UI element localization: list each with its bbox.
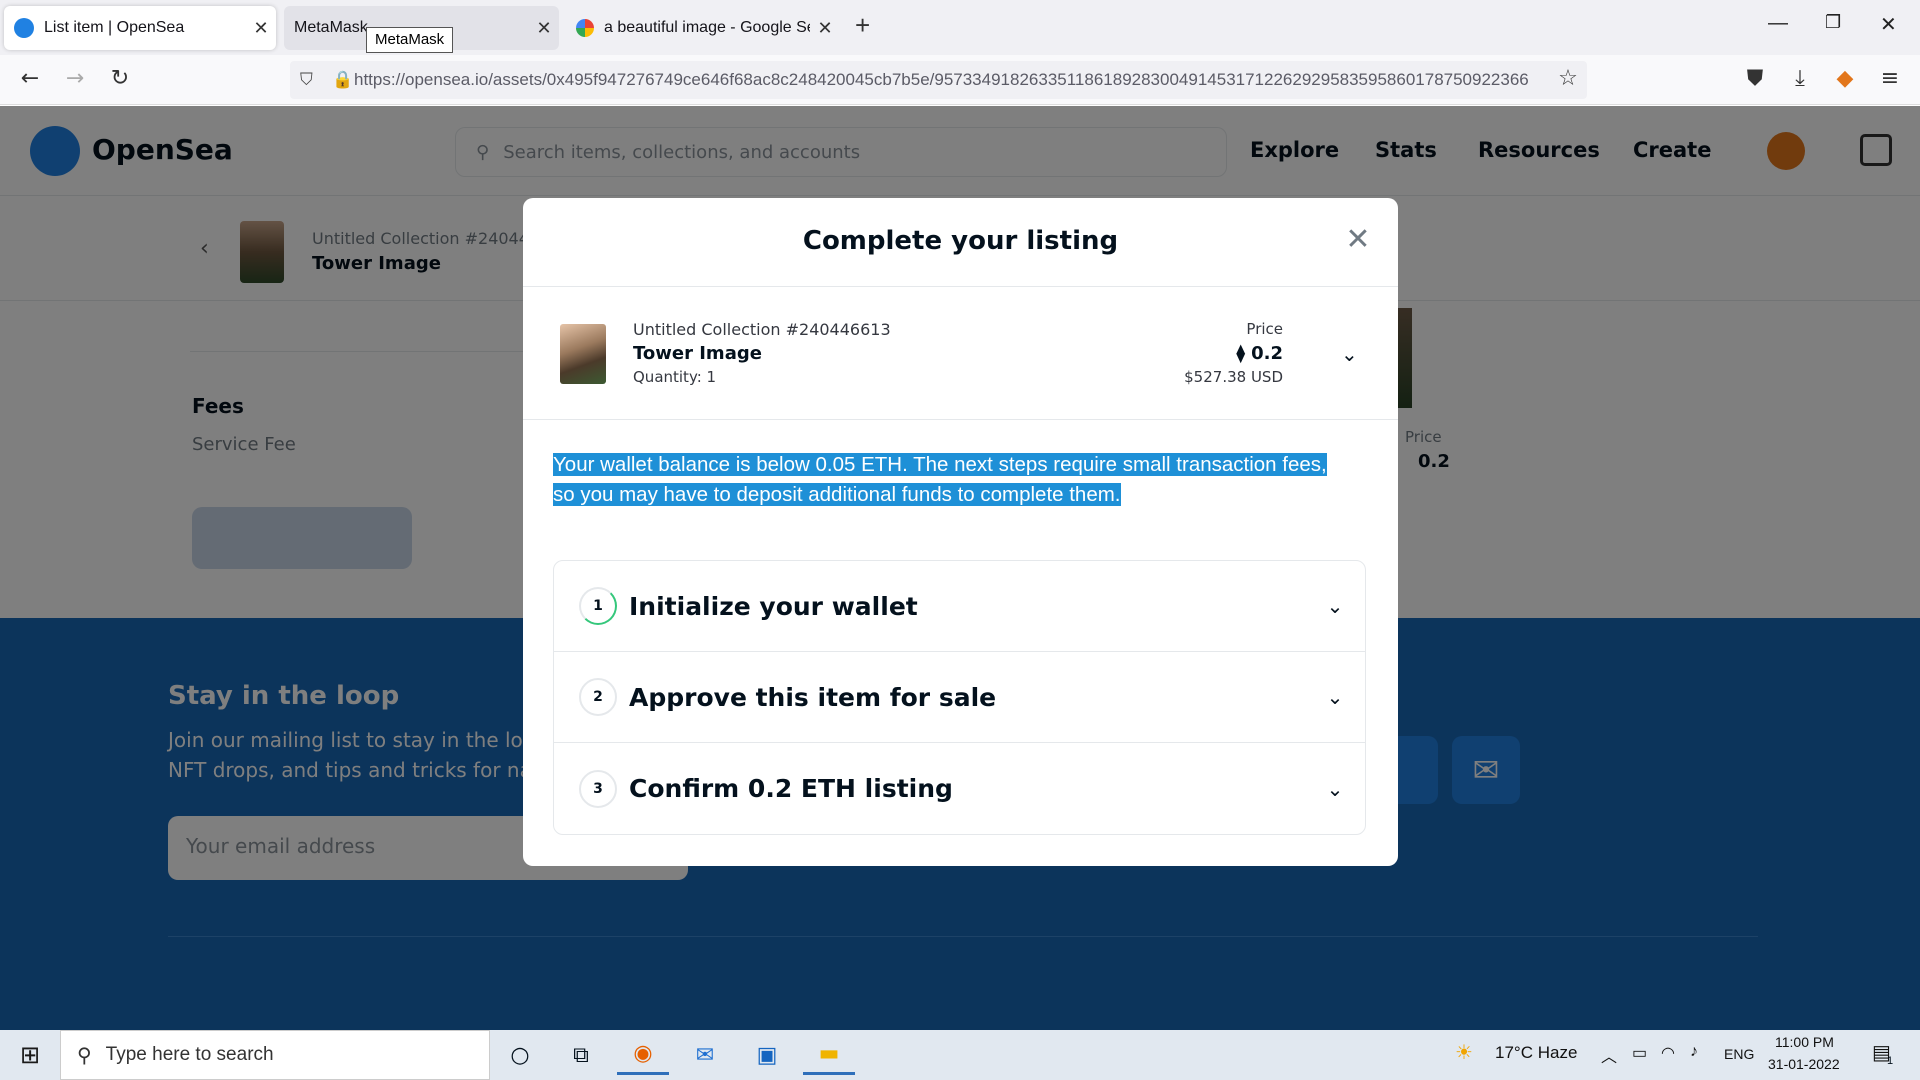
- price-amount: 0.2: [1251, 343, 1283, 364]
- weather-text[interactable]: 17°C Haze: [1495, 1043, 1577, 1063]
- price-usd: $527.38 USD: [1184, 368, 1283, 386]
- complete-listing-modal: Complete your listing ✕ Untitled Collect…: [523, 198, 1398, 866]
- menu-icon[interactable]: ≡: [1875, 66, 1905, 91]
- clock-date[interactable]: 31-01-2022: [1768, 1056, 1840, 1072]
- chevron-down-icon[interactable]: ⌄: [1305, 777, 1365, 801]
- taskbar-search-input[interactable]: ⚲ Type here to search: [60, 1030, 490, 1080]
- battery-icon[interactable]: ▭: [1632, 1043, 1647, 1063]
- step-title: Approve this item for sale: [629, 682, 997, 712]
- price-label: Price: [1246, 320, 1283, 338]
- tab-opensea[interactable]: List item | OpenSea ✕: [4, 6, 276, 50]
- tab-title: List item | OpenSea: [44, 19, 185, 36]
- close-tab-icon[interactable]: ✕: [810, 18, 840, 39]
- lock-icon: 🔒: [332, 70, 354, 89]
- pocket-icon[interactable]: ⛊: [1740, 66, 1770, 91]
- task-view-icon[interactable]: ⧉: [555, 1035, 607, 1075]
- downloads-icon[interactable]: ⤓: [1785, 66, 1815, 91]
- step-title: Confirm 0.2 ETH listing: [629, 774, 953, 803]
- opensea-favicon-icon: [14, 18, 34, 38]
- step-confirm-listing[interactable]: 3 Confirm 0.2 ETH listing ⌄: [554, 743, 1365, 834]
- tab-google[interactable]: a beautiful image - Google Sea ✕: [566, 6, 840, 50]
- tab-tooltip: MetaMask: [366, 27, 454, 53]
- step-title: Initialize your wallet: [629, 591, 918, 621]
- step-number: 3: [579, 769, 617, 808]
- shield-icon: ⛉: [300, 70, 313, 89]
- firefox-icon[interactable]: ◉: [617, 1035, 669, 1075]
- chevron-down-icon[interactable]: ⌄: [1305, 685, 1365, 709]
- taskbar-search-placeholder: Type here to search: [105, 1044, 274, 1065]
- language-indicator[interactable]: ENG: [1724, 1046, 1754, 1062]
- mail-icon[interactable]: ✉: [679, 1035, 731, 1075]
- close-tab-icon[interactable]: ✕: [246, 18, 276, 39]
- eth-icon: ⧫: [1236, 343, 1246, 364]
- forward-icon[interactable]: →: [60, 66, 90, 91]
- item-quantity: Quantity: 1: [633, 368, 717, 386]
- bookmark-star-icon[interactable]: ☆: [1553, 66, 1583, 91]
- volume-icon[interactable]: ♪: [1690, 1043, 1698, 1061]
- item-image: [560, 324, 606, 384]
- step-initialize-wallet[interactable]: 1 Initialize your wallet ⌄: [554, 561, 1365, 652]
- divider: [523, 419, 1398, 420]
- new-tab-icon[interactable]: +: [855, 10, 870, 41]
- wallet-warning: Your wallet balance is below 0.05 ETH. T…: [553, 450, 1353, 510]
- file-explorer-icon[interactable]: ▬: [803, 1035, 855, 1075]
- minimize-icon[interactable]: —: [1768, 12, 1788, 35]
- item-name: Tower Image: [633, 343, 762, 364]
- close-icon[interactable]: ✕: [1338, 222, 1378, 257]
- weather-icon[interactable]: ☀: [1455, 1040, 1473, 1065]
- google-favicon-icon: [576, 19, 594, 37]
- url-bar[interactable]: ⛉ 🔒 https://opensea.io/assets/0x495f9472…: [290, 61, 1587, 99]
- back-icon[interactable]: ←: [15, 66, 45, 91]
- search-icon: ⚲: [77, 1044, 92, 1067]
- step-approve-item[interactable]: 2 Approve this item for sale ⌄: [554, 652, 1365, 743]
- close-tab-icon[interactable]: ✕: [529, 18, 559, 39]
- warning-text: Your wallet balance is below 0.05 ETH. T…: [553, 453, 1327, 506]
- metamask-extension-icon[interactable]: ◆: [1830, 66, 1860, 91]
- reload-icon[interactable]: ↻: [105, 66, 135, 91]
- clock-time[interactable]: 11:00 PM: [1775, 1034, 1834, 1050]
- modal-title: Complete your listing: [802, 226, 1119, 256]
- step-number: 1: [579, 587, 617, 625]
- item-collection: Untitled Collection #240446613: [633, 320, 891, 339]
- listing-steps: 1 Initialize your wallet ⌄ 2 Approve thi…: [553, 560, 1366, 835]
- divider: [523, 286, 1398, 287]
- tab-title: a beautiful image - Google Sea: [604, 19, 810, 36]
- app-icon[interactable]: ▣: [741, 1035, 793, 1075]
- price-value: ⧫ 0.2: [1083, 343, 1283, 364]
- close-window-icon[interactable]: ✕: [1880, 12, 1897, 37]
- restore-icon[interactable]: ❐: [1825, 12, 1841, 33]
- notifications-count: 1: [1887, 1055, 1894, 1067]
- tray-chevron-up-icon[interactable]: ︿: [1601, 1043, 1617, 1067]
- wifi-icon[interactable]: ◠: [1661, 1043, 1675, 1063]
- windows-start-icon[interactable]: ⊞: [0, 1030, 60, 1080]
- chevron-down-icon[interactable]: ⌄: [1305, 594, 1365, 618]
- url-text: https://opensea.io/assets/0x495f94727674…: [354, 70, 1529, 89]
- step-number: 2: [579, 678, 617, 716]
- chevron-down-icon[interactable]: ⌄: [1341, 342, 1358, 366]
- cortana-icon[interactable]: ○: [494, 1035, 546, 1075]
